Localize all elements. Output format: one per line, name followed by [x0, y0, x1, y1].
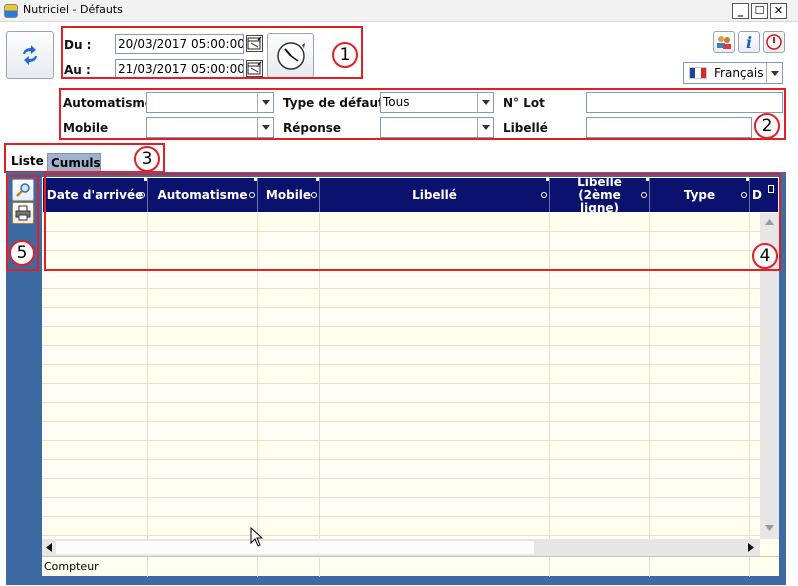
- table-row[interactable]: [42, 441, 760, 460]
- users-button[interactable]: [713, 31, 735, 53]
- table-row[interactable]: [42, 308, 760, 327]
- info-button[interactable]: i: [738, 31, 760, 53]
- table-row[interactable]: [42, 289, 760, 308]
- column-divider: [749, 557, 750, 577]
- horizontal-scrollbar[interactable]: [42, 539, 760, 556]
- column-divider: [147, 557, 148, 577]
- info-icon: i: [745, 32, 753, 52]
- refresh-button[interactable]: [6, 31, 54, 79]
- table-row[interactable]: [42, 346, 760, 365]
- callout-box-2: [59, 88, 786, 140]
- callout-2: 2: [754, 113, 780, 139]
- language-select[interactable]: Français: [683, 62, 783, 84]
- minimize-button[interactable]: _: [732, 3, 749, 19]
- callout-4: 4: [752, 243, 778, 269]
- app-icon: [4, 4, 18, 18]
- france-flag-icon: [689, 67, 707, 79]
- table-row[interactable]: [42, 384, 760, 403]
- power-icon: [766, 34, 782, 50]
- callout-box-4: [44, 173, 781, 271]
- column-divider: [649, 557, 650, 577]
- table-row[interactable]: [42, 365, 760, 384]
- callout-box-1: [61, 26, 363, 79]
- table-row[interactable]: [42, 479, 760, 498]
- language-value: Français: [714, 66, 764, 80]
- table-row[interactable]: [42, 498, 760, 517]
- close-button[interactable]: ✕: [770, 3, 787, 19]
- column-divider: [549, 557, 550, 577]
- maximize-button[interactable]: ☐: [751, 3, 768, 19]
- quit-button[interactable]: [763, 31, 785, 53]
- refresh-icon: [23, 45, 37, 65]
- table-row[interactable]: [42, 403, 760, 422]
- callout-3: 3: [134, 146, 160, 172]
- callout-1: 1: [332, 42, 358, 68]
- table-row[interactable]: [42, 517, 760, 536]
- grid-footer: Compteur: [42, 556, 779, 577]
- title-bar: Nutriciel - Défauts _ ☐ ✕: [0, 0, 798, 22]
- scroll-right-icon[interactable]: [748, 543, 754, 552]
- cursor-icon: [250, 527, 264, 547]
- table-row[interactable]: [42, 270, 760, 289]
- column-divider: [257, 557, 258, 577]
- users-icon: [717, 36, 731, 49]
- scroll-down-icon[interactable]: [765, 525, 774, 531]
- counter-label: Compteur: [44, 560, 99, 573]
- column-divider: [319, 557, 320, 577]
- chevron-down-icon: [766, 63, 782, 83]
- horizontal-scroll-thumb[interactable]: [56, 541, 534, 554]
- window-title: Nutriciel - Défauts: [23, 3, 123, 16]
- table-row[interactable]: [42, 460, 760, 479]
- scroll-left-icon[interactable]: [46, 543, 52, 552]
- table-row[interactable]: [42, 422, 760, 441]
- table-row[interactable]: [42, 327, 760, 346]
- callout-5: 5: [9, 240, 35, 266]
